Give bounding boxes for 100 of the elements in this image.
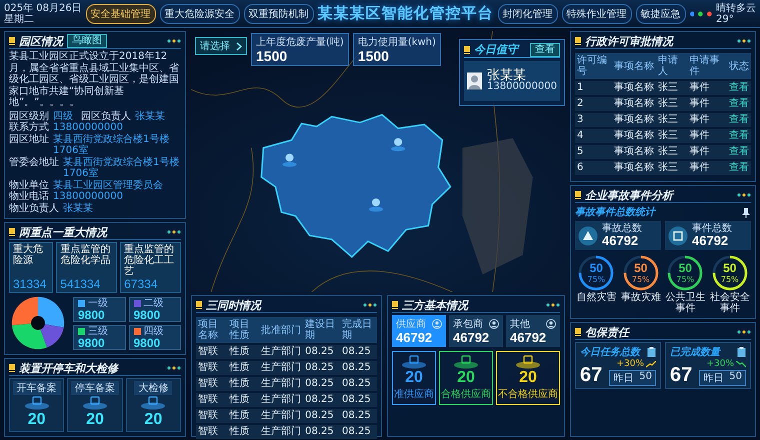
nav-tab[interactable]: 敏捷应急 — [636, 4, 686, 24]
table-cell: 08.25 — [303, 393, 340, 407]
platform-icon — [453, 355, 479, 370]
column-header: 事项名称 — [612, 53, 656, 79]
park-description: 某县工业园区正式设立于2018年12月，属全省省重点县域工业集中区、省级化工园区、省级工业园区，是创建国家口地市共建“协同创新基地”。”。。。。 — [9, 51, 180, 108]
user-icon — [432, 319, 442, 329]
weather-text: 晴转多云 — [716, 2, 756, 14]
gauge-label: 公共卫生事件 — [664, 292, 706, 314]
table-cell: 生产部门 — [259, 409, 304, 423]
platform-icon — [401, 355, 427, 370]
view-link[interactable]: 查看 — [728, 98, 749, 109]
view-button[interactable]: 查看 — [530, 42, 560, 56]
temperature-text: 29° — [716, 14, 735, 24]
task-title: 已完成数量 — [670, 345, 720, 359]
grade-label: 不合格供应商 — [498, 388, 558, 401]
table-cell: 张三 — [656, 81, 688, 95]
column-header: 项目性质 — [228, 317, 260, 343]
yesterday-value: 50 — [729, 371, 742, 384]
party-card[interactable]: 其他 46792 — [506, 315, 560, 348]
table-cell: 08.25 — [303, 425, 340, 439]
phone-number: 13800000000 — [487, 81, 557, 92]
column-header: 完成日期 — [340, 317, 377, 343]
column-header: 建设日期 — [303, 317, 340, 343]
party-card[interactable]: 承包商 46792 — [449, 315, 503, 348]
nav-tab[interactable]: 特殊作业管理 — [562, 4, 632, 24]
trend-up-icon — [646, 360, 656, 368]
duty-title: 今日值守 — [474, 42, 518, 57]
platform-icon — [82, 396, 108, 410]
field-label: 物业单位 — [9, 180, 49, 190]
level-value: 9800 — [134, 308, 162, 320]
dots-icon — [546, 303, 560, 307]
task-count: 67 — [580, 364, 602, 386]
table-cell: 生产部门 — [259, 425, 304, 439]
table-cell: 事项名称 — [612, 145, 656, 159]
table-cell: 智联 — [196, 345, 228, 359]
device-label: 开车备案 — [12, 381, 61, 395]
status-dot-icon — [698, 10, 704, 18]
date-text: 025年 08月26日 — [4, 2, 82, 14]
view-link[interactable]: 查看 — [728, 82, 749, 93]
view-link[interactable]: 查看 — [728, 130, 749, 141]
gauge-label: 社会安全事件 — [708, 292, 751, 314]
yesterday-value: 50 — [639, 371, 652, 384]
task-title: 今日任务总数 — [580, 346, 640, 359]
table-cell: 08.25 — [303, 345, 340, 359]
aerial-view-tag[interactable]: 鸟瞰图 — [67, 34, 107, 48]
total-label: 事件总数 — [692, 223, 732, 234]
panel-title: 包保责任 — [585, 324, 629, 340]
view-link[interactable]: 查看 — [728, 146, 749, 157]
nav-tab[interactable]: 封闭化管理 — [498, 4, 558, 24]
table-cell: 张三 — [656, 113, 688, 127]
table-cell: 事项名称 — [612, 81, 656, 95]
view-link[interactable]: 查看 — [728, 114, 749, 125]
pin-icon — [741, 206, 751, 218]
field-value: 某县工业园区管理委员会 — [53, 180, 163, 191]
table-cell: 2 — [575, 97, 612, 111]
nav-tab[interactable]: 双重预防机制 — [244, 4, 314, 24]
table-cell: 事件 — [688, 97, 727, 111]
table-cell: 张三 — [656, 129, 688, 143]
dots-icon — [167, 366, 181, 370]
total-value: 46792 — [692, 234, 730, 248]
table-cell: 事件 — [688, 145, 727, 159]
user-icon — [489, 319, 499, 329]
field-value: 张某某 — [135, 110, 165, 122]
table-cell: 1 — [575, 81, 612, 95]
total-label: 事故总数 — [602, 223, 642, 234]
platform-title: 某某某区智能化管控平台 — [318, 4, 494, 23]
region-select[interactable]: 请选择 — [195, 37, 247, 55]
nav-tab[interactable]: 重大危险源安全 — [160, 4, 240, 24]
level-value: 9800 — [78, 308, 106, 320]
table-cell: 性质 — [228, 345, 260, 359]
summary-value: 1500 — [358, 49, 389, 64]
gauge-value: 50 — [590, 262, 603, 276]
trend-down-icon — [736, 360, 746, 368]
panel-title: 园区情况 — [19, 34, 63, 48]
nav-tab[interactable]: 安全基础管理 — [86, 4, 156, 24]
grade-label: 合格供应商 — [441, 388, 491, 401]
column-header: 申请人 — [656, 53, 688, 79]
grade-count: 20 — [457, 369, 475, 387]
table-cell: 性质 — [228, 425, 260, 439]
total-value: 46792 — [602, 234, 640, 248]
table-cell: 08.25 — [303, 409, 340, 423]
title-icon — [575, 191, 581, 199]
stat-value: 541334 — [60, 277, 102, 291]
field-label: 物业电话 — [9, 191, 49, 202]
summary-label: 电力使用量(kwh) — [358, 36, 436, 49]
party-label: 供应商 — [396, 318, 426, 331]
yesterday-label: 昨日 — [613, 372, 634, 386]
gauge-value: 50 — [723, 262, 736, 276]
device-count: 20 — [144, 411, 162, 429]
table-cell: 08.25 — [340, 377, 377, 391]
panel-title: 行政许可审批情况 — [585, 34, 673, 48]
view-link[interactable]: 查看 — [728, 162, 749, 173]
table-cell: 6 — [575, 161, 612, 175]
dots-icon — [737, 193, 751, 197]
weekday-text: 星期二 — [4, 14, 35, 24]
table-cell: 事项名称 — [612, 113, 656, 127]
table-cell: 张三 — [656, 145, 688, 159]
party-label: 承包商 — [453, 318, 483, 331]
level-value: 9800 — [134, 336, 162, 348]
gauge-value: 50 — [678, 262, 692, 276]
